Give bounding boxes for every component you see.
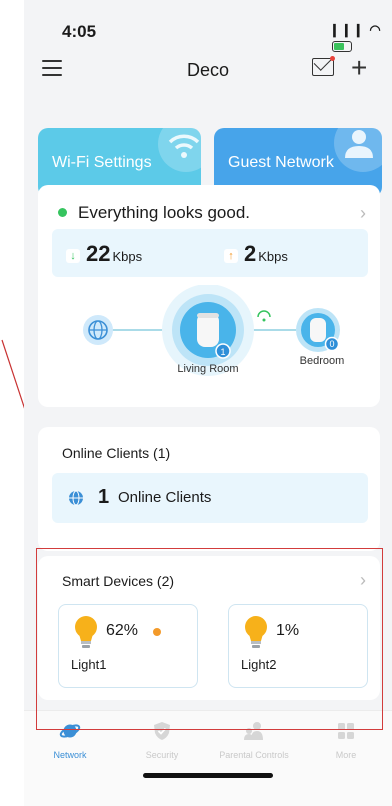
upload-speed: ↑ 2 Kbps: [224, 241, 288, 267]
tab-label: Network: [53, 750, 87, 760]
tab-parental-controls[interactable]: Parental Controls: [208, 721, 300, 760]
add-icon[interactable]: +: [351, 54, 367, 82]
download-value: 22: [86, 241, 111, 266]
family-icon: [244, 722, 263, 740]
brightness-value: 62%: [106, 622, 139, 639]
top-navigation: Deco +: [24, 52, 392, 92]
globe-icon: [69, 490, 83, 506]
guest-network-label: Guest Network: [228, 154, 334, 171]
internet-globe-icon: [83, 315, 113, 345]
status-row[interactable]: Everything looks good. ›: [38, 203, 380, 225]
upload-unit: Kbps: [258, 249, 288, 264]
notification-dot: [330, 56, 335, 61]
wifi-icon: ◠: [369, 22, 382, 37]
grid-icon: [338, 723, 354, 739]
network-status-card[interactable]: Everything looks good. › ↓ 22 Kbps ↑ 2 Kbps: [38, 185, 380, 407]
network-topology: 1 Living Room 0 Bedroom: [83, 285, 345, 376]
device-name: Light1: [71, 657, 107, 672]
guest-user-icon: [345, 130, 373, 158]
speed-panel: ↓ 22 Kbps ↑ 2 Kbps: [52, 229, 368, 277]
tab-network[interactable]: Network: [24, 721, 116, 760]
device-tile[interactable]: 62% Light1: [58, 604, 198, 688]
satellite-count: 0: [329, 339, 334, 349]
status-bar: 4:05 ❙❙❙ ◠: [24, 0, 392, 53]
upload-value: 2: [244, 241, 257, 266]
network-planet-icon: [59, 724, 81, 738]
online-clients-summary[interactable]: 1 Online Clients: [52, 473, 368, 523]
wifi-settings-label: Wi-Fi Settings: [52, 154, 152, 171]
download-speed: ↓ 22 Kbps: [66, 241, 142, 267]
bulb-icon: [245, 616, 267, 648]
download-arrow-icon: ↓: [66, 249, 80, 263]
tab-security[interactable]: Security: [116, 721, 208, 760]
device-name: Light2: [241, 657, 277, 672]
chevron-right-icon: ›: [360, 203, 366, 223]
chevron-right-icon[interactable]: ›: [360, 570, 366, 591]
page-title: Deco: [186, 60, 230, 80]
shield-icon: [154, 722, 170, 740]
wireless-link-icon: [257, 310, 271, 322]
status-message: Everything looks good.: [78, 203, 250, 222]
tab-more[interactable]: More: [300, 721, 392, 760]
smart-devices-title: Smart Devices (2): [62, 573, 175, 589]
battery-icon: [332, 41, 352, 53]
online-clients-title: Online Clients (1): [62, 445, 171, 461]
device-on-indicator: [153, 628, 161, 636]
bottom-tab-bar: Network Security Parental Controls More: [24, 710, 392, 806]
smart-devices-card[interactable]: Smart Devices (2) › 62% Light1 1% Light2: [38, 556, 380, 700]
tab-label: Security: [145, 750, 179, 760]
download-unit: Kbps: [112, 249, 143, 264]
tab-label: Parental Controls: [219, 750, 289, 760]
tab-label: More: [335, 750, 357, 760]
home-indicator[interactable]: [143, 773, 273, 778]
clock: 4:05: [62, 22, 97, 41]
device-tile[interactable]: 1% Light2: [228, 604, 368, 688]
signal-icon: ❙❙❙: [329, 22, 365, 37]
brightness-value: 1%: [276, 622, 300, 639]
upload-arrow-icon: ↑: [224, 249, 238, 263]
online-status-dot: [58, 208, 67, 217]
system-icons: ❙❙❙ ◠: [329, 22, 392, 53]
wifi-icon: [168, 134, 200, 158]
satellite-label: Bedroom: [300, 355, 345, 367]
main-node-count: 1: [220, 347, 225, 357]
online-clients-count: 1: [98, 486, 110, 508]
phone-screen: 4:05 ❙❙❙ ◠ Deco + Wi-Fi Settings Guest N…: [24, 0, 392, 806]
online-clients-card[interactable]: Online Clients (1) 1 Online Clients: [38, 427, 380, 551]
bulb-on-icon: [75, 616, 97, 648]
main-node-label: Living Room: [177, 363, 238, 375]
online-clients-label: Online Clients: [118, 489, 212, 506]
